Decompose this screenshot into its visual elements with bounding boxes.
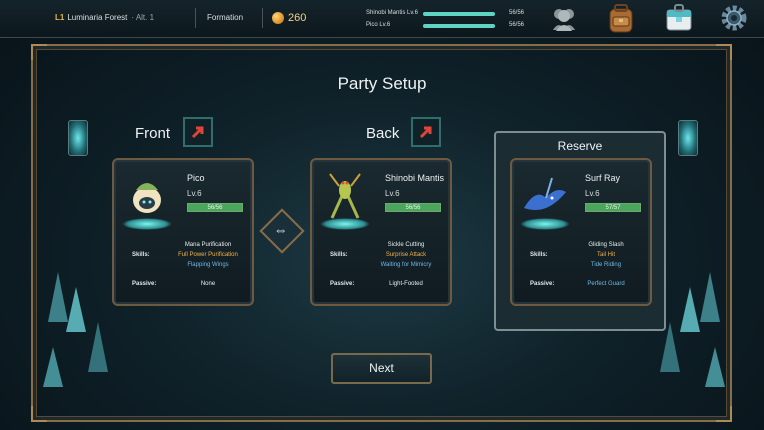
unit-name: Surf Ray	[585, 173, 621, 183]
location-name: Luminaria Forest	[67, 13, 128, 22]
hp-bar-fill	[423, 12, 495, 16]
front-label: Front	[135, 125, 171, 142]
frame-corner	[716, 44, 732, 60]
party-member-name: Pico Lv.6	[366, 22, 391, 28]
party-icon[interactable]	[549, 4, 579, 32]
passive-label: Passive:	[530, 281, 555, 287]
unit-hp-bar: 57/57	[585, 203, 641, 212]
crystal-decoration	[43, 272, 108, 387]
surf-ray-portrait	[524, 177, 566, 210]
back-label: Back	[366, 125, 400, 142]
hp-value: 56/56	[509, 10, 525, 16]
skill: Tail Hit	[596, 252, 615, 258]
skills-label: Skills:	[132, 252, 150, 258]
hp-bar	[423, 12, 495, 16]
floor-level: L1	[55, 13, 65, 22]
frame-corner	[31, 44, 47, 60]
divider	[195, 8, 196, 28]
unit-hp-bar: 56/56	[187, 203, 243, 212]
skill: Tide Riding	[590, 262, 622, 268]
altitude: · Alt. 1	[131, 13, 155, 22]
back-unit-card[interactable]: Shinobi Mantis Lv.6 56/56 Skills: Sickle…	[310, 158, 452, 306]
unit-level: Lv.6	[187, 189, 202, 198]
next-button[interactable]: Next	[331, 353, 432, 384]
skill: Mana Purification	[184, 242, 232, 248]
page-title: Party Setup	[337, 74, 427, 93]
hp-value: 56/56	[509, 22, 525, 28]
reserve-label: Reserve	[557, 139, 603, 153]
reserve-unit-card[interactable]: Surf Ray Lv.6 57/57 Skills: Gliding Slas…	[510, 158, 652, 306]
passive-label: Passive:	[132, 281, 157, 287]
arrow-up-right-icon	[419, 126, 432, 139]
unit-hp-text: 56/56	[405, 205, 421, 211]
hp-bar	[423, 24, 495, 28]
top-bar: L1 Luminaria Forest · Alt. 1 Formation 260…	[0, 0, 764, 38]
hp-bar-fill	[423, 24, 495, 28]
shop-icon[interactable]	[664, 3, 694, 33]
skill: Gliding Slash	[588, 242, 624, 248]
lantern-decoration	[68, 120, 88, 156]
front-change-button[interactable]	[183, 117, 213, 147]
unit-name: Shinobi Mantis	[385, 173, 445, 183]
shinobi-mantis-portrait	[329, 173, 361, 219]
passive-value: None	[200, 281, 216, 287]
frame-corner	[31, 406, 47, 422]
pico-portrait	[133, 183, 161, 213]
divider	[262, 8, 263, 28]
frame-corner	[716, 406, 732, 422]
party-member-name: Shinobi Mantis Lv.6	[366, 10, 418, 16]
lantern-decoration	[678, 120, 698, 156]
front-unit-card[interactable]: Pico Lv.6 56/56 Skills: Mana Purificatio…	[112, 158, 254, 306]
gold-amount: 260	[288, 12, 307, 24]
skills-label: Skills:	[530, 252, 548, 258]
unit-hp-text: 56/56	[207, 205, 223, 211]
location-label: L1 Luminaria Forest · Alt. 1	[55, 13, 154, 22]
swap-arrows-icon: ⇔	[273, 221, 288, 238]
backpack-icon[interactable]	[605, 2, 637, 34]
passive-label: Passive:	[330, 281, 355, 287]
unit-hp-text: 57/57	[605, 205, 621, 211]
passive-value: Light-Footed	[389, 281, 423, 287]
formation-button[interactable]: Formation	[207, 13, 243, 22]
skill: Waiting for Mimicry	[380, 262, 432, 268]
back-change-button[interactable]	[411, 117, 441, 147]
arrow-up-right-icon	[191, 126, 204, 139]
unit-name: Pico	[187, 173, 205, 183]
unit-level: Lv.6	[385, 189, 400, 198]
settings-gear-icon[interactable]	[719, 3, 749, 33]
skill: Full Power Purification	[178, 252, 238, 258]
passive-value: Perfect Guard	[587, 281, 625, 287]
unit-hp-bar: 56/56	[385, 203, 441, 212]
skill: Surprise Attack	[385, 252, 427, 258]
gold-coin-icon	[272, 12, 284, 24]
unit-level: Lv.6	[585, 189, 600, 198]
skills-label: Skills:	[330, 252, 348, 258]
skill: Sickle Cutting	[387, 242, 425, 248]
skill: Flapping Wings	[187, 262, 229, 268]
